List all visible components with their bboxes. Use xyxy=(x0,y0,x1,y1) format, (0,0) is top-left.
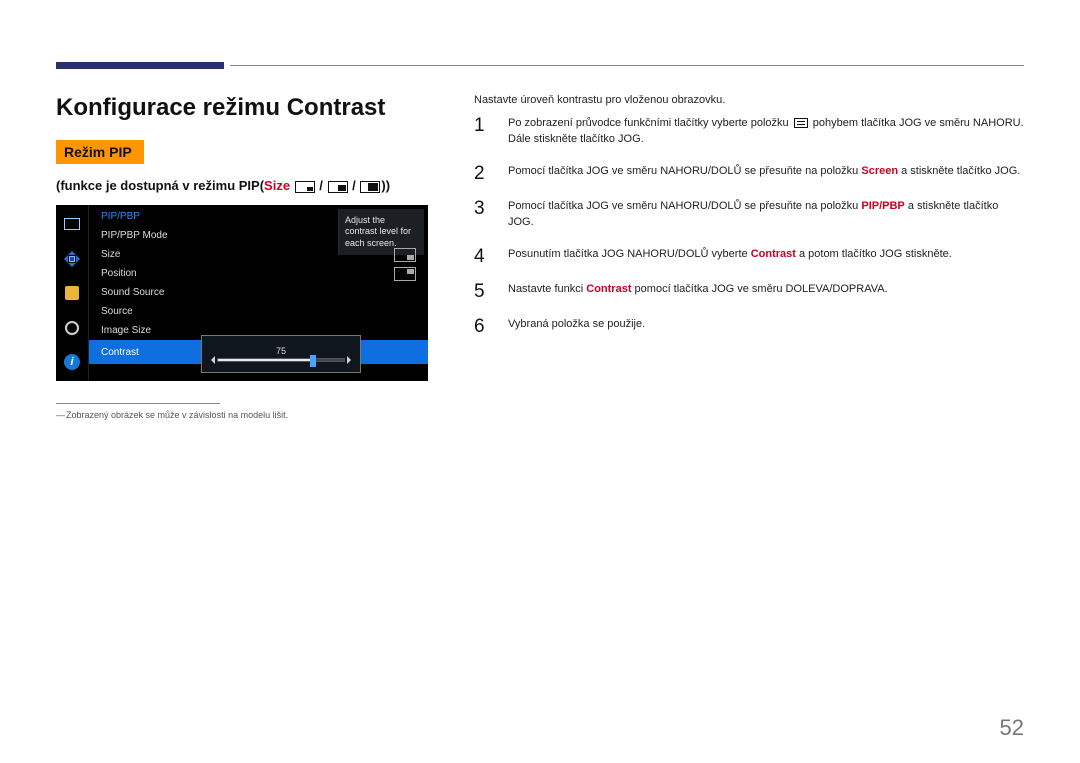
pip-size-thumb-icon xyxy=(394,248,416,262)
osd-slider-value: 75 xyxy=(276,346,286,356)
step-2: 2 Pomocí tlačítka JOG ve směru NAHORU/DO… xyxy=(474,164,1024,183)
slider-right-arrow-icon xyxy=(347,356,355,364)
step-text: pomocí tlačítka JOG ve směru DOLEVA/DOPR… xyxy=(632,283,888,295)
step-text: Pomocí tlačítka JOG ve směru NAHORU/DOLŮ… xyxy=(508,200,861,212)
step-3: 3 Pomocí tlačítka JOG ve směru NAHORU/DO… xyxy=(474,199,1024,231)
osd-row-sound-source[interactable]: Sound Source xyxy=(89,283,428,302)
osd-row-label: Sound Source xyxy=(101,287,164,298)
header-accent-bar xyxy=(56,62,224,69)
step-number: 5 xyxy=(474,282,492,301)
slider-knob[interactable] xyxy=(310,355,316,367)
step-text: Posunutím tlačítka JOG NAHORU/DOLŮ vyber… xyxy=(508,248,751,260)
step-6: 6 Vybraná položka se použije. xyxy=(474,317,1024,336)
step-4: 4 Posunutím tlačítka JOG NAHORU/DOLŮ vyb… xyxy=(474,247,1024,266)
subhead-size-label: Size xyxy=(264,178,290,193)
step-text: Nastavte funkci xyxy=(508,283,586,295)
step-text: Pomocí tlačítka JOG ve směru NAHORU/DOLŮ… xyxy=(508,165,861,177)
step-number: 4 xyxy=(474,247,492,266)
slider-left-arrow-icon xyxy=(207,356,215,364)
osd-row-label: Size xyxy=(101,249,120,260)
mode-badge: Režim PIP xyxy=(56,140,144,164)
osd-row-label: Position xyxy=(101,268,137,279)
subhead-sep1: / xyxy=(316,178,327,193)
subhead-sep2: / xyxy=(349,178,360,193)
step-number: 2 xyxy=(474,164,492,183)
intro-text: Nastavte úroveň kontrastu pro vloženou o… xyxy=(474,94,1024,106)
osd-side-picture-icon xyxy=(61,282,83,304)
osd-side-info-icon: i xyxy=(61,351,83,373)
osd-row-label: Contrast xyxy=(101,347,139,358)
step-1: 1 Po zobrazení průvodce funkčními tlačít… xyxy=(474,116,1024,148)
menu-icon xyxy=(794,118,808,128)
pip-size-large-icon xyxy=(360,181,380,193)
subhead-suffix: )) xyxy=(381,178,390,193)
pip-position-thumb-icon xyxy=(394,267,416,281)
footnote: ―Zobrazený obrázek se může v závislosti … xyxy=(56,410,438,420)
step-text: Po zobrazení průvodce funkčními tlačítky… xyxy=(508,117,792,129)
osd-contrast-slider[interactable]: 75 xyxy=(201,335,361,373)
osd-side-settings-icon xyxy=(61,317,83,339)
osd-row-label: Source xyxy=(101,306,133,317)
step-5: 5 Nastavte funkci Contrast pomocí tlačít… xyxy=(474,282,1024,301)
pip-size-small-icon xyxy=(295,181,315,193)
subhead-prefix: (funkce je dostupná v režimu PIP( xyxy=(56,178,264,193)
step-text: a potom tlačítko JOG stiskněte. xyxy=(796,248,952,260)
footnote-rule xyxy=(56,403,220,404)
osd-row-position[interactable]: Position xyxy=(89,264,428,283)
page-title: Konfigurace režimu Contrast xyxy=(56,94,438,122)
step-number: 1 xyxy=(474,116,492,148)
step-number: 6 xyxy=(474,317,492,336)
osd-row-label: Image Size xyxy=(101,325,151,336)
step-text: Vybraná položka se použije. xyxy=(508,317,645,336)
osd-row-label: PIP/PBP Mode xyxy=(101,230,168,241)
pip-size-medium-icon xyxy=(328,181,348,193)
osd-row-source[interactable]: Source xyxy=(89,302,428,321)
subheading: (funkce je dostupná v režimu PIP(Size / … xyxy=(56,178,438,193)
step-accent: Contrast xyxy=(751,248,796,260)
step-accent: Contrast xyxy=(586,283,631,295)
step-text: a stiskněte tlačítko JOG. xyxy=(898,165,1020,177)
step-accent: Screen xyxy=(861,165,898,177)
slider-track[interactable] xyxy=(217,358,345,362)
osd-side-nav-icon xyxy=(61,248,83,270)
page-number: 52 xyxy=(1000,715,1024,741)
header-rule xyxy=(230,65,1024,66)
osd-side-monitor-icon xyxy=(61,213,83,235)
step-number: 3 xyxy=(474,199,492,231)
osd-screenshot: i PIP/PBP Adjust the contrast level for … xyxy=(56,205,428,381)
step-accent: PIP/PBP xyxy=(861,200,904,212)
